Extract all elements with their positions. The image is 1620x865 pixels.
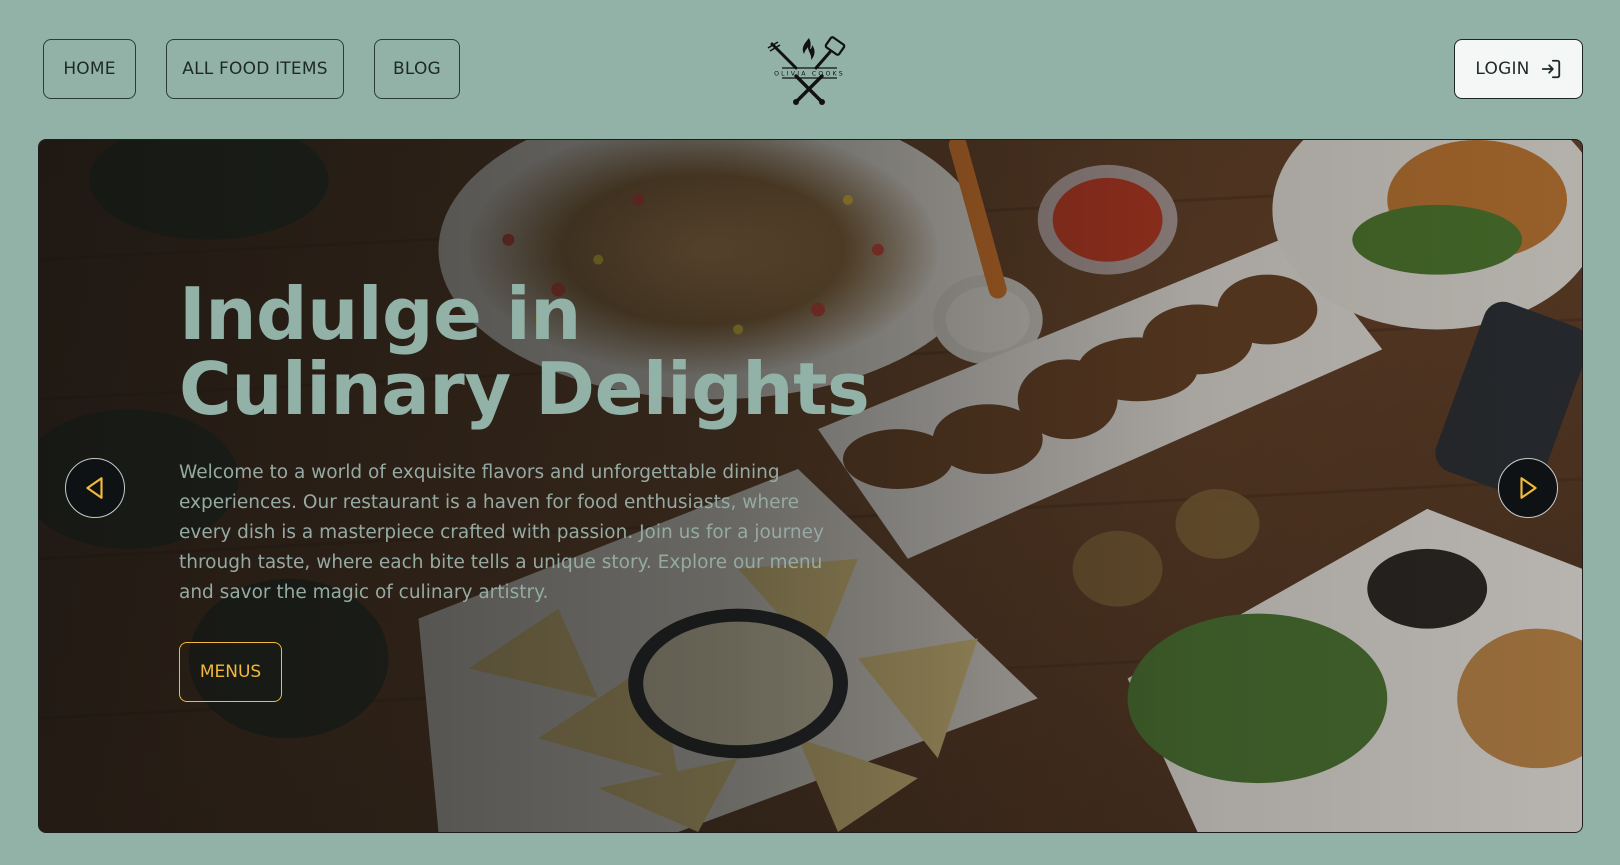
site-logo[interactable]: OLIVIA COOKS <box>752 34 867 106</box>
carousel-next-button[interactable] <box>1498 458 1558 518</box>
hero-title-line2: Culinary Delights <box>179 347 870 431</box>
nav-home-label: HOME <box>63 59 116 79</box>
hero-title: Indulge in Culinary Delights <box>179 277 879 427</box>
login-label: LOGIN <box>1475 59 1530 79</box>
nav-all-food-label: ALL FOOD ITEMS <box>182 59 328 79</box>
carousel-prev-button[interactable] <box>65 458 125 518</box>
nav-blog-button[interactable]: BLOG <box>374 39 460 99</box>
nav-blog-label: BLOG <box>393 59 441 79</box>
nav-home-button[interactable]: HOME <box>43 39 136 99</box>
hero-description: Welcome to a world of exquisite flavors … <box>179 462 824 603</box>
logo-text: OLIVIA COOKS <box>774 71 845 78</box>
menus-button[interactable]: MENUS <box>179 642 282 702</box>
nav-all-food-items-button[interactable]: ALL FOOD ITEMS <box>166 39 344 99</box>
logo-icon: OLIVIA COOKS <box>767 36 846 105</box>
triangle-right-icon <box>1520 477 1537 499</box>
hero-carousel: Indulge in Culinary Delights Welcome to … <box>38 139 1583 833</box>
triangle-left-icon <box>86 477 103 499</box>
login-button[interactable]: LOGIN <box>1454 39 1583 99</box>
menus-button-label: MENUS <box>199 662 262 682</box>
sign-in-icon <box>1541 59 1560 79</box>
hero-title-line1: Indulge in <box>179 272 581 356</box>
